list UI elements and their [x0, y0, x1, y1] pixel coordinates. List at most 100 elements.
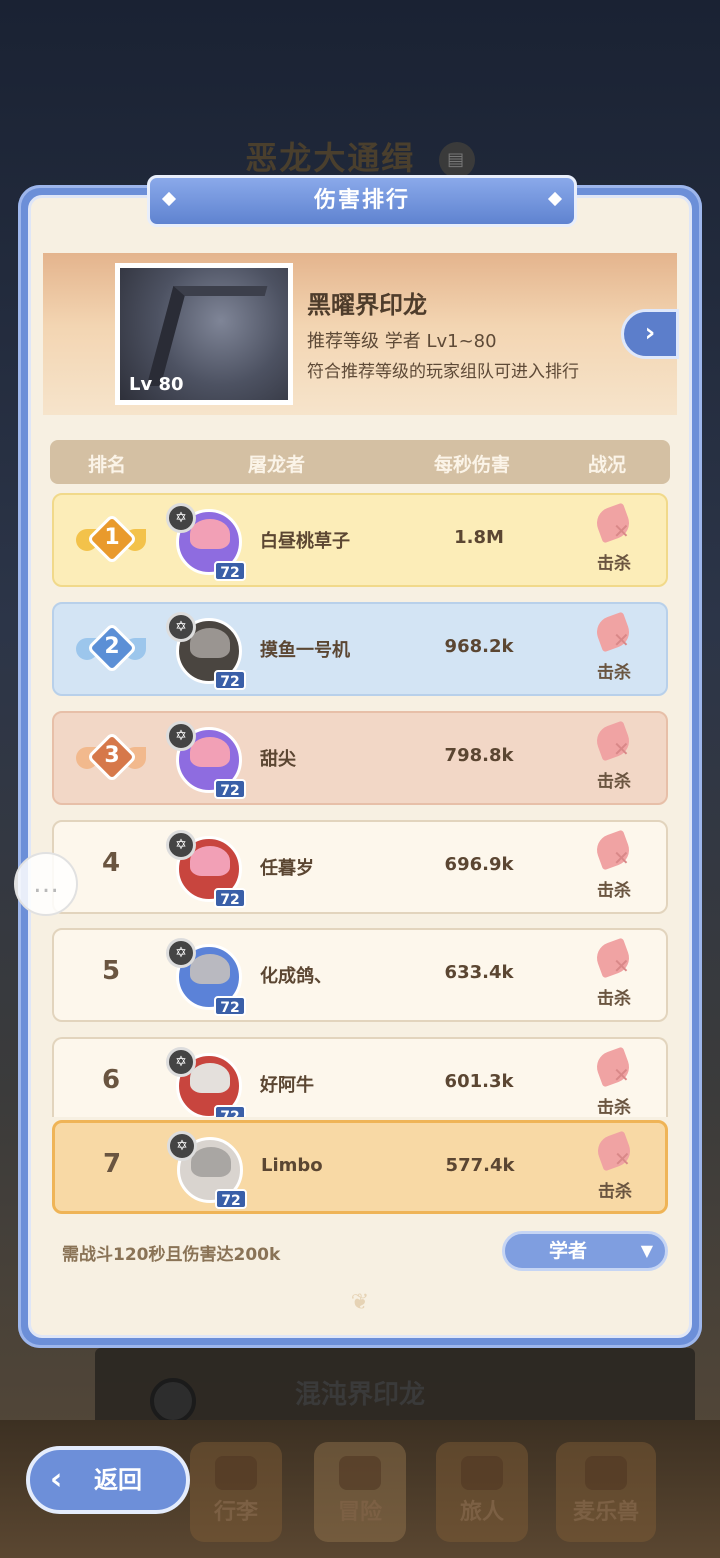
dragon-level: Lv 80 [129, 374, 184, 395]
dragon-name: 黑曜界印龙 [307, 291, 427, 319]
swords-icon [339, 1456, 381, 1490]
battle-result: 击杀 [574, 938, 654, 1009]
class-filter-value: 学者 [549, 1240, 588, 1262]
player-dps: 798.8k [444, 745, 514, 766]
player-avatar[interactable]: ✡ 72 [166, 719, 248, 799]
background-dragon-name: 混沌界印龙 [295, 1380, 426, 1410]
traveler-icon [461, 1456, 503, 1490]
header-player: 屠龙者 [248, 454, 306, 476]
rank-number: 6 [101, 1065, 121, 1095]
rank-number: 5 [101, 956, 121, 986]
dragon-ranking-note: 符合推荐等级的玩家组队可进入排行 [307, 362, 579, 382]
player-name: Limbo [261, 1155, 323, 1176]
player-avatar[interactable]: ✡ 72 [166, 501, 248, 581]
table-row[interactable]: 4 ✡ 72 任暮岁 696.9k 击杀 [52, 820, 668, 914]
chevron-right-icon: › [644, 318, 656, 348]
rank-number: 7 [102, 1149, 122, 1179]
dragon-recommend-level: 推荐等级 学者 Lv1~80 [307, 331, 497, 352]
player-avatar[interactable]: ✡ 72 [166, 1045, 248, 1117]
hexagram-icon: ✡ [166, 830, 196, 860]
background-title-text: 恶龙大通缉 [245, 139, 416, 177]
player-dps: 1.8M [454, 527, 504, 548]
hexagram-icon: ✡ [166, 938, 196, 968]
player-dps: 633.4k [444, 962, 514, 983]
ribbon-diamond-icon [547, 191, 563, 207]
player-avatar[interactable]: ✡ 72 [166, 828, 248, 908]
background-title: 恶龙大通缉 ▤ [0, 133, 720, 179]
back-button[interactable]: ‹ 返回 [26, 1446, 190, 1514]
header-dps: 每秒伤害 [434, 454, 511, 476]
player-avatar[interactable]: ✡ 72 [166, 610, 248, 690]
ornament-icon: ❦ [350, 1290, 370, 1315]
dragon-slain-icon [591, 830, 637, 874]
battle-result: 击杀 [574, 830, 654, 901]
battle-result: 击杀 [575, 1131, 655, 1202]
dragon-slain-icon [591, 938, 637, 982]
chat-icon[interactable]: … [14, 852, 78, 916]
hexagram-icon: ✡ [166, 1047, 196, 1077]
dragon-slain-icon [591, 503, 637, 547]
player-name: 摸鱼一号机 [260, 640, 350, 661]
class-filter-dropdown[interactable]: 学者 ▼ [502, 1231, 668, 1271]
hexagram-icon: ✡ [166, 612, 196, 642]
header-status: 战况 [588, 454, 627, 476]
player-level: 72 [214, 670, 246, 690]
player-name: 任暮岁 [260, 858, 314, 879]
battle-result: 击杀 [574, 503, 654, 574]
panel-title: 伤害排行 [313, 188, 410, 213]
silver-medal-icon: 2 [76, 620, 146, 678]
header-rank: 排名 [88, 454, 127, 476]
player-level: 72 [214, 888, 246, 908]
dragon-slain-icon [591, 721, 637, 765]
hexagram-icon: ✡ [166, 721, 196, 751]
panel-title-ribbon: 伤害排行 [147, 175, 577, 227]
table-row[interactable]: 5 ✡ 72 化成鸽、 633.4k 击杀 [52, 928, 668, 1022]
ranking-requirement: 需战斗120秒且伤害达200k [62, 1245, 281, 1265]
book-icon[interactable]: ▤ [438, 142, 475, 178]
pet-icon [585, 1456, 627, 1490]
table-row[interactable]: 1 ✡ 72 白昼桃草子 1.8M 击杀 [52, 493, 668, 587]
next-dragon-button[interactable]: › [621, 309, 679, 359]
player-name: 白昼桃草子 [260, 531, 350, 552]
bag-icon [215, 1456, 257, 1490]
player-level: 72 [214, 779, 246, 799]
chevron-left-icon: ‹ [50, 1462, 63, 1497]
player-level: 72 [214, 1105, 246, 1117]
dragon-info-card: Lv 80 黑曜界印龙 推荐等级 学者 Lv1~80 符合推荐等级的玩家组队可进… [43, 253, 679, 415]
nav-item-pet[interactable]: 麦乐兽 [556, 1442, 656, 1542]
player-dps: 968.2k [444, 636, 514, 657]
player-avatar[interactable]: ✡ 72 [167, 1129, 249, 1209]
player-dps: 601.3k [444, 1071, 514, 1092]
table-header: 排名 屠龙者 每秒伤害 战况 [50, 440, 670, 484]
dragon-slain-icon [592, 1131, 638, 1175]
player-dps: 696.9k [444, 854, 514, 875]
battle-result: 击杀 [574, 612, 654, 683]
player-dps: 577.4k [445, 1155, 515, 1176]
dragon-slain-icon [591, 1047, 637, 1091]
rank-number: 4 [101, 848, 121, 878]
table-row[interactable]: 6 ✡ 72 好阿牛 601.3k 击杀 [52, 1037, 668, 1117]
player-level: 72 [214, 996, 246, 1016]
player-level: 72 [215, 1189, 247, 1209]
player-name: 化成鸽、 [260, 966, 332, 987]
lock-icon [150, 1378, 196, 1424]
background-dragon-card: 混沌界印龙 [95, 1348, 695, 1428]
dragon-portrait: Lv 80 [115, 263, 293, 405]
nav-item-bag[interactable]: 行李 [190, 1442, 282, 1542]
my-rank-row[interactable]: 7 ✡ 72 Limbo 577.4k 击杀 [52, 1120, 668, 1214]
player-name: 甜尖 [260, 749, 296, 770]
table-row[interactable]: 2 ✡ 72 摸鱼一号机 968.2k 击杀 [52, 602, 668, 696]
bronze-medal-icon: 3 [76, 729, 146, 787]
player-level: 72 [214, 561, 246, 581]
player-name: 好阿牛 [260, 1075, 314, 1096]
hexagram-icon: ✡ [166, 503, 196, 533]
gold-medal-icon: 1 [76, 511, 146, 569]
nav-item-traveler[interactable]: 旅人 [436, 1442, 528, 1542]
player-avatar[interactable]: ✡ 72 [166, 936, 248, 1016]
dragon-slain-icon [591, 612, 637, 656]
ribbon-diamond-icon [161, 191, 177, 207]
nav-item-adventure[interactable]: 冒险 [314, 1442, 406, 1542]
table-row[interactable]: 3 ✡ 72 甜尖 798.8k 击杀 [52, 711, 668, 805]
battle-result: 击杀 [574, 1047, 654, 1117]
battle-result: 击杀 [574, 721, 654, 792]
